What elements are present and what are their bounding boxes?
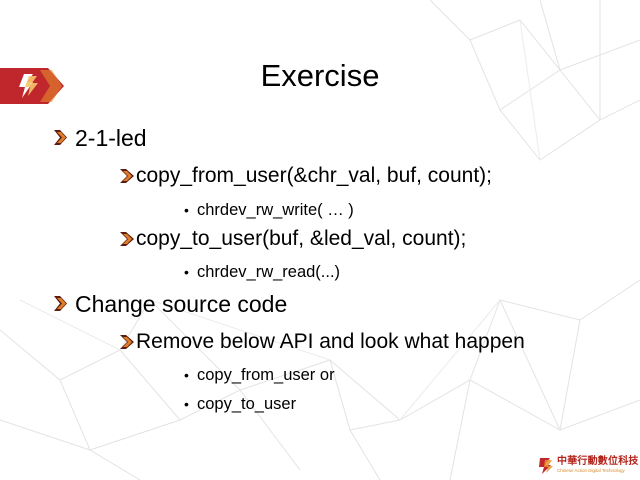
bullet-text: copy_from_user or <box>197 366 335 384</box>
double-arrow-bullet-icon <box>54 130 67 145</box>
bullet-text: Remove below API and look what happen <box>136 330 525 353</box>
double-arrow-bullet-icon <box>54 296 67 311</box>
dot-bullet: • <box>184 202 189 218</box>
bullet-text: copy_from_user(&chr_val, buf, count); <box>136 164 492 187</box>
company-name: 中華行動數位科技 <box>557 456 639 467</box>
dot-bullet: • <box>184 367 189 383</box>
dot-bullet: • <box>184 396 189 412</box>
bullet-text: copy_to_user <box>197 395 297 413</box>
bullet-text: Change source code <box>75 291 288 317</box>
slide: Exercise 2-1-led copy_from_user(&chr_val… <box>0 0 640 480</box>
arrow-bullet-icon <box>120 232 134 246</box>
arrow-bullet-icon <box>120 169 134 183</box>
bullet-text: 2-1-led <box>75 125 147 151</box>
company-logo: 中華行動數位科技 Chinese Action Digital Technolo… <box>538 455 639 477</box>
company-logo-mark-icon <box>539 458 553 474</box>
bullet-text: chrdev_rw_read(...) <box>197 263 341 281</box>
slide-title: Exercise <box>260 58 380 93</box>
arrow-bullet-icon <box>120 335 134 349</box>
dot-bullet: • <box>184 264 189 280</box>
bullet-text: copy_to_user(buf, &led_val, count); <box>136 227 467 250</box>
company-subtitle: Chinese Action Digital Technology <box>557 468 625 473</box>
bullet-text: chrdev_rw_write( … ) <box>197 201 354 219</box>
